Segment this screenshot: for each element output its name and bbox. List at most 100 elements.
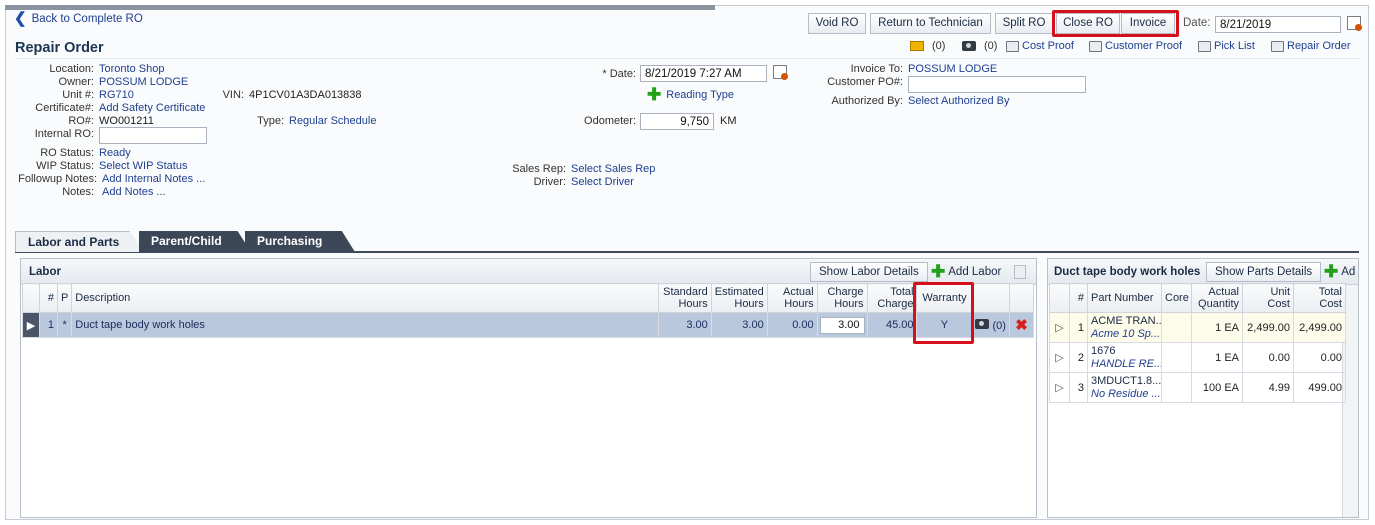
row-part-number[interactable]: ACME TRAN...: [1091, 315, 1161, 328]
table-row[interactable]: ▷ 1 ACME TRAN... Acme 10 Sp... 1 EA 2,499…: [1049, 312, 1346, 343]
sales-rep-label: Sales Rep:: [512, 163, 566, 175]
void-ro-button[interactable]: Void RO: [808, 13, 866, 34]
col-actual-hours: Actual Hours: [766, 283, 818, 313]
repair-order-action[interactable]: Repair Order: [1271, 40, 1351, 52]
row-unit-cost: 4.99: [1242, 372, 1294, 403]
parts-table: # Part Number Core Actual Quantity Unit …: [1049, 283, 1346, 403]
unit-value[interactable]: RG710: [99, 89, 134, 101]
invoice-to-value[interactable]: POSSUM LODGE: [908, 63, 997, 75]
row-number: 3: [1069, 372, 1088, 403]
row-total-cost: 0.00: [1293, 342, 1346, 373]
delete-icon[interactable]: ✖: [1008, 312, 1035, 338]
table-row[interactable]: ▶ 1 * Duct tape body work holes 3.00 3.0…: [22, 312, 1035, 338]
col-standard-hours: Standard Hours: [657, 283, 712, 313]
back-link[interactable]: ❮ Back to Complete RO: [14, 10, 143, 27]
row-part-number[interactable]: 1676: [1091, 345, 1158, 358]
driver-select[interactable]: Select Driver: [571, 176, 634, 188]
odometer-label: Odometer:: [584, 115, 636, 127]
odometer-input[interactable]: 9,750: [640, 113, 714, 130]
pick-list-action[interactable]: Pick List: [1198, 40, 1255, 52]
row-part-number[interactable]: 3MDUCT1.8...: [1091, 375, 1161, 388]
row-expand-icon[interactable]: ▷: [1049, 342, 1070, 373]
row-warranty[interactable]: Y: [916, 312, 973, 338]
owner-value[interactable]: POSSUM LODGE: [99, 76, 188, 88]
repair-order-label: Repair Order: [1287, 40, 1351, 52]
printer-icon: [1271, 40, 1284, 52]
row-core: [1161, 342, 1192, 373]
calendar-icon[interactable]: [1347, 16, 1362, 31]
row-expand-icon[interactable]: ▷: [1049, 372, 1070, 403]
row-quantity: 100 EA: [1191, 372, 1243, 403]
authorized-by-label: Authorized By:: [831, 95, 903, 107]
camera-icon: [975, 318, 990, 329]
customer-proof-label: Customer Proof: [1105, 40, 1183, 52]
col-total-charge: Total Charge: [866, 283, 918, 313]
customer-proof-action[interactable]: Customer Proof: [1089, 40, 1182, 52]
row-expand-icon[interactable]: ▶: [22, 312, 40, 338]
table-row[interactable]: ▷ 3 3MDUCT1.8... No Residue ... 100 EA 4.…: [1049, 372, 1346, 403]
envelope-icon: [910, 41, 924, 51]
internal-ro-label: Internal RO:: [34, 128, 94, 140]
ro-date-label: * Date:: [602, 68, 636, 80]
add-labor-label: Add Labor: [948, 266, 1002, 278]
row-unit-cost: 2,499.00: [1242, 312, 1294, 343]
show-parts-details-button[interactable]: Show Parts Details: [1206, 262, 1322, 282]
ro-status-label: RO Status:: [40, 147, 94, 159]
authorized-by-select[interactable]: Select Authorized By: [908, 95, 1010, 107]
col-estimated-hours: Estimated Hours: [710, 283, 768, 313]
split-ro-button[interactable]: Split RO: [995, 13, 1053, 34]
labor-header-row: # P Description Standard Hours Estimated…: [22, 283, 1035, 313]
printer-icon: [1198, 40, 1211, 52]
plus-icon: ✚: [647, 85, 662, 104]
return-to-technician-button[interactable]: Return to Technician: [870, 13, 991, 34]
tab-parent-child[interactable]: Parent/Child: [139, 231, 251, 252]
tab-purchasing[interactable]: Purchasing: [245, 231, 355, 252]
add-internal-notes-link[interactable]: Add Internal Notes ...: [102, 173, 205, 185]
row-number: 1: [38, 312, 58, 338]
ro-number-value: WO001211: [99, 115, 154, 127]
tab-labor-and-parts[interactable]: Labor and Parts: [15, 231, 145, 252]
add-part-button[interactable]: ✚ Ad: [1316, 262, 1355, 282]
col-warranty: Warranty: [916, 283, 973, 313]
internal-ro-input[interactable]: [99, 127, 207, 144]
trash-icon[interactable]: [1014, 265, 1026, 279]
calendar-icon[interactable]: [773, 65, 788, 80]
col-expander: [22, 283, 40, 313]
col-delete: [1008, 283, 1035, 313]
col-core: Core: [1161, 283, 1192, 313]
ro-date-input[interactable]: 8/21/2019 7:27 AM: [640, 65, 767, 82]
parts-title: Duct tape body work holes: [1054, 266, 1201, 278]
close-ro-button[interactable]: Close RO: [1056, 13, 1120, 34]
vin-value: 4P1CV01A3DA013838: [249, 89, 362, 101]
add-notes-link[interactable]: Add Notes ...: [102, 186, 166, 198]
row-description[interactable]: Duct tape body work holes: [71, 312, 659, 338]
show-labor-details-button[interactable]: Show Labor Details: [810, 262, 928, 282]
wip-status-select[interactable]: Select WIP Status: [99, 160, 187, 172]
toolbar-date-input[interactable]: 8/21/2019: [1215, 16, 1341, 33]
col-p: P: [56, 283, 73, 313]
chevron-left-icon: ❮: [14, 10, 27, 27]
location-value: Toronto Shop: [99, 63, 165, 75]
col-unit-cost: Unit Cost: [1242, 283, 1294, 313]
row-part-description: HANDLE RE...: [1091, 357, 1162, 370]
invoice-button[interactable]: Invoice: [1121, 13, 1175, 34]
reading-type-action[interactable]: ✚ Reading Type: [647, 85, 734, 104]
add-labor-button[interactable]: ✚ Add Labor: [923, 262, 1009, 282]
sales-rep-select[interactable]: Select Sales Rep: [571, 163, 655, 175]
table-row[interactable]: ▷ 2 1676 HANDLE RE... 1 EA 0.00 0.00: [1049, 342, 1346, 373]
photos-action[interactable]: (0): [962, 40, 997, 52]
driver-label: Driver:: [533, 176, 566, 188]
followup-notes-label: Followup Notes:: [18, 173, 97, 185]
row-photos-cell[interactable]: (0): [971, 312, 1010, 338]
customer-po-input[interactable]: [908, 76, 1086, 93]
add-safety-certificate-link[interactable]: Add Safety Certificate: [99, 102, 205, 114]
row-quantity: 1 EA: [1191, 342, 1243, 373]
ro-status-value[interactable]: Ready: [99, 147, 131, 159]
row-expand-icon[interactable]: ▷: [1049, 312, 1070, 343]
cost-proof-action[interactable]: Cost Proof: [1006, 40, 1074, 52]
messages-action[interactable]: (0): [910, 40, 945, 52]
type-value[interactable]: Regular Schedule: [289, 115, 376, 127]
row-core: [1161, 372, 1192, 403]
charge-hours-input[interactable]: 3.00: [819, 316, 865, 334]
labor-panel-header: Labor Show Labor Details ✚ Add Labor: [21, 259, 1036, 285]
